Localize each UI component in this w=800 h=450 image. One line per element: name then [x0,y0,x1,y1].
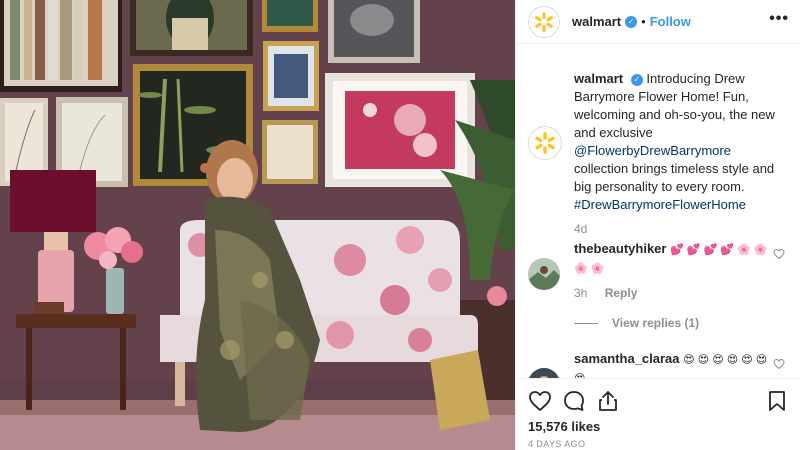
heart-icon[interactable] [528,389,552,413]
caption-username[interactable]: walmart [574,71,623,86]
comment-timestamp[interactable]: 3h [574,286,587,300]
view-replies-button[interactable]: View replies (1) [574,316,699,330]
post-photo[interactable] [0,0,515,450]
comment-text: samantha_claraa 😍 😍 😍 😍 😍 😍 😍 [574,350,770,378]
caption-mention-link[interactable]: @FlowerbyDrewBarrymore [574,143,731,158]
caption-text: walmart ✓ Introducing Drew Barrymore Flo… [574,70,784,214]
verified-badge-icon: ✓ [630,73,643,86]
bookmark-icon[interactable] [765,389,789,413]
comment-username[interactable]: samantha_claraa [574,351,680,366]
reply-button[interactable]: Reply [605,286,638,300]
post-detail-panel: walmart ✓ • Follow ••• walmart ✓ Introdu… [515,0,800,450]
comment-icon[interactable] [562,389,586,413]
header-separator: • [641,14,646,29]
post-image [0,0,515,450]
comment-meta: 3h Reply [574,286,637,300]
post-actions: 15,576 likes 4 DAYS AGO [516,378,800,450]
view-replies-label: View replies (1) [612,316,700,330]
caption-body-2: collection brings timeless style and big… [574,161,775,194]
like-comment-heart-icon[interactable] [773,248,785,260]
avatar-image [528,258,560,290]
view-replies-divider [574,323,598,325]
walmart-spark-logo[interactable] [528,5,560,38]
comment-username[interactable]: thebeautyhiker [574,241,666,256]
verified-badge-icon: ✓ [625,15,638,28]
like-comment-heart-icon[interactable] [773,358,785,370]
more-options-icon[interactable]: ••• [769,11,789,27]
header-username[interactable]: walmart [572,14,621,29]
post-header: walmart ✓ • Follow ••• [516,0,800,44]
like-count[interactable]: 15,576 likes [528,419,600,434]
avatar-image [528,368,560,378]
avatar[interactable] [528,368,560,378]
caption-timestamp[interactable]: 4d [574,222,587,236]
avatar[interactable] [528,258,560,290]
spark-icon [535,11,553,32]
post-age: 4 DAYS AGO [528,439,586,449]
comment-text: thebeautyhiker 💕 💕 💕 💕 🌸 🌸 🌸 🌸 [574,240,770,278]
caption-hashtag-link[interactable]: #DrewBarrymoreFlowerHome [574,197,746,212]
spark-icon [535,132,555,154]
comments-list[interactable]: walmart ✓ Introducing Drew Barrymore Flo… [516,56,800,378]
caption-avatar[interactable] [528,126,562,160]
follow-button[interactable]: Follow [650,14,691,29]
share-icon[interactable] [596,389,620,413]
